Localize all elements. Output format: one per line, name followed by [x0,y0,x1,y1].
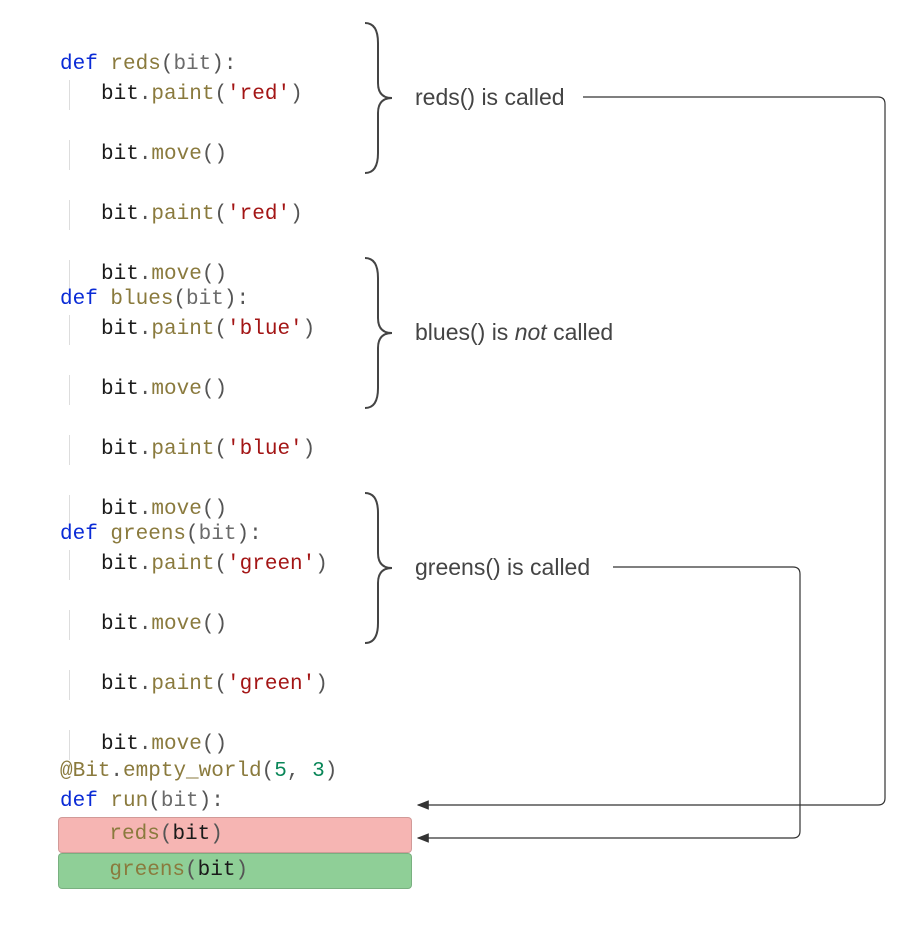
anno-blues: blues() is not called [415,319,613,346]
kw-def: def [60,288,98,311]
anno-greens: greens() is called [415,554,590,581]
fn-name-run: run [110,790,148,813]
arrow-greens [418,567,800,838]
call-greens-line: greens(bit) [58,853,412,889]
fn-name-blues: blues [110,288,173,311]
brace-reds-icon [360,18,400,178]
kw-def: def [60,523,98,546]
call-reds-line: reds(bit) [58,817,412,853]
fn-name-greens: greens [110,523,186,546]
fn-name-reds: reds [110,53,160,76]
brace-blues-icon [360,253,400,413]
code-block-run: @Bit.empty_world(5, 3) def run(bit): red… [60,727,412,919]
kw-def: def [60,53,98,76]
brace-greens-icon [360,488,400,648]
arrow-reds [418,97,885,805]
anno-reds: reds() is called [415,84,565,111]
diagram-page: def reds(bit): bit.paint('red') bit.move… [0,0,920,940]
